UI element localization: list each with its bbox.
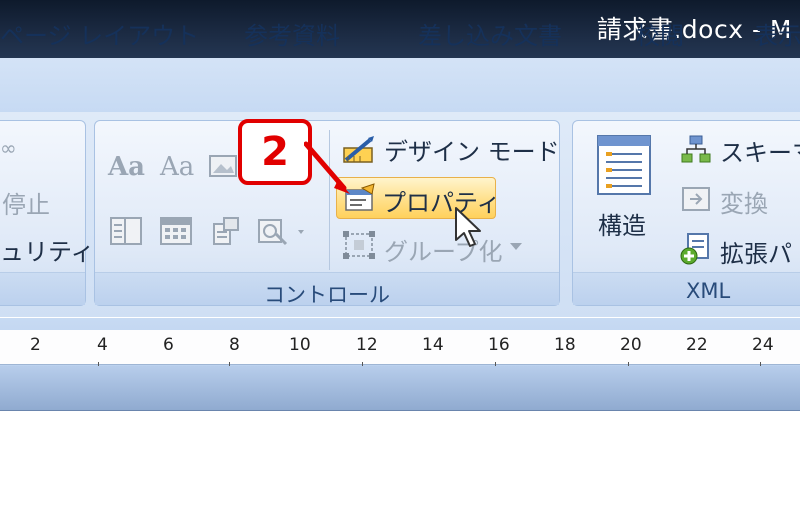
design-mode-button[interactable]: デザイン モード — [384, 132, 560, 167]
group-dropdown-arrow[interactable] — [510, 243, 522, 250]
structure-button[interactable]: 構造 — [598, 206, 646, 241]
mouse-cursor-icon — [452, 206, 486, 250]
tab-page-layout[interactable]: ページ レイアウト — [0, 16, 199, 51]
schema-button[interactable]: スキーマ — [720, 133, 800, 168]
tab-view[interactable]: 表示 — [754, 16, 800, 51]
expansion-button[interactable]: 拡張パ — [720, 234, 792, 269]
tab-references[interactable]: 参考資料 — [244, 16, 340, 51]
tab-mailings[interactable]: 差し込み文書 — [418, 16, 562, 51]
legacy-tools-icon[interactable] — [256, 214, 312, 248]
ruler-tick-label: 4 — [97, 335, 108, 355]
step-number: 2 — [261, 129, 289, 175]
expansion-icon[interactable] — [680, 232, 714, 266]
step-callout: 2 — [238, 119, 312, 185]
callout-pointer — [303, 140, 354, 200]
ruler-lower-band — [0, 366, 800, 412]
tab-review[interactable]: 校閲 — [636, 16, 684, 51]
ruler-tick-label: 6 — [163, 335, 174, 355]
group-icon[interactable] — [340, 228, 380, 262]
ruler-tick-label: 12 — [356, 335, 378, 355]
security-button[interactable]: ュリティ — [0, 232, 95, 267]
ruler-tick-label: 2 — [30, 335, 41, 355]
picture-control-icon[interactable] — [208, 152, 238, 180]
document-area[interactable] — [0, 411, 800, 520]
ruler-tick-label: 20 — [620, 335, 642, 355]
left-partial-glyph: ∞ — [0, 136, 17, 160]
calendar-control-icon[interactable] — [158, 214, 194, 248]
ruler-tick-label: 22 — [686, 335, 708, 355]
schema-icon[interactable] — [680, 134, 714, 166]
ribbon-tab-bar — [0, 58, 800, 118]
ruler-tick-label: 24 — [752, 335, 774, 355]
building-block-control-icon[interactable] — [208, 214, 244, 248]
stop-button[interactable]: 停止 — [2, 185, 50, 220]
rich-text-control-button[interactable]: Aa — [108, 152, 145, 182]
left-group-footer — [0, 272, 85, 305]
horizontal-ruler[interactable] — [0, 330, 800, 365]
xml-group-label: XML — [686, 279, 731, 303]
ruler-tick-label: 14 — [422, 335, 444, 355]
ruler-tick-label: 10 — [289, 335, 311, 355]
ruler-tick-label: 16 — [488, 335, 510, 355]
ruler-tick-label: 18 — [554, 335, 576, 355]
combo-box-control-icon[interactable] — [108, 214, 144, 248]
transform-button[interactable]: 変換 — [720, 184, 768, 219]
structure-icon[interactable] — [594, 132, 656, 198]
transform-icon[interactable] — [680, 184, 714, 216]
controls-group-label: コントロール — [264, 283, 390, 307]
plain-text-control-button[interactable]: Aa — [160, 152, 194, 182]
ruler-tick-label: 8 — [229, 335, 240, 355]
